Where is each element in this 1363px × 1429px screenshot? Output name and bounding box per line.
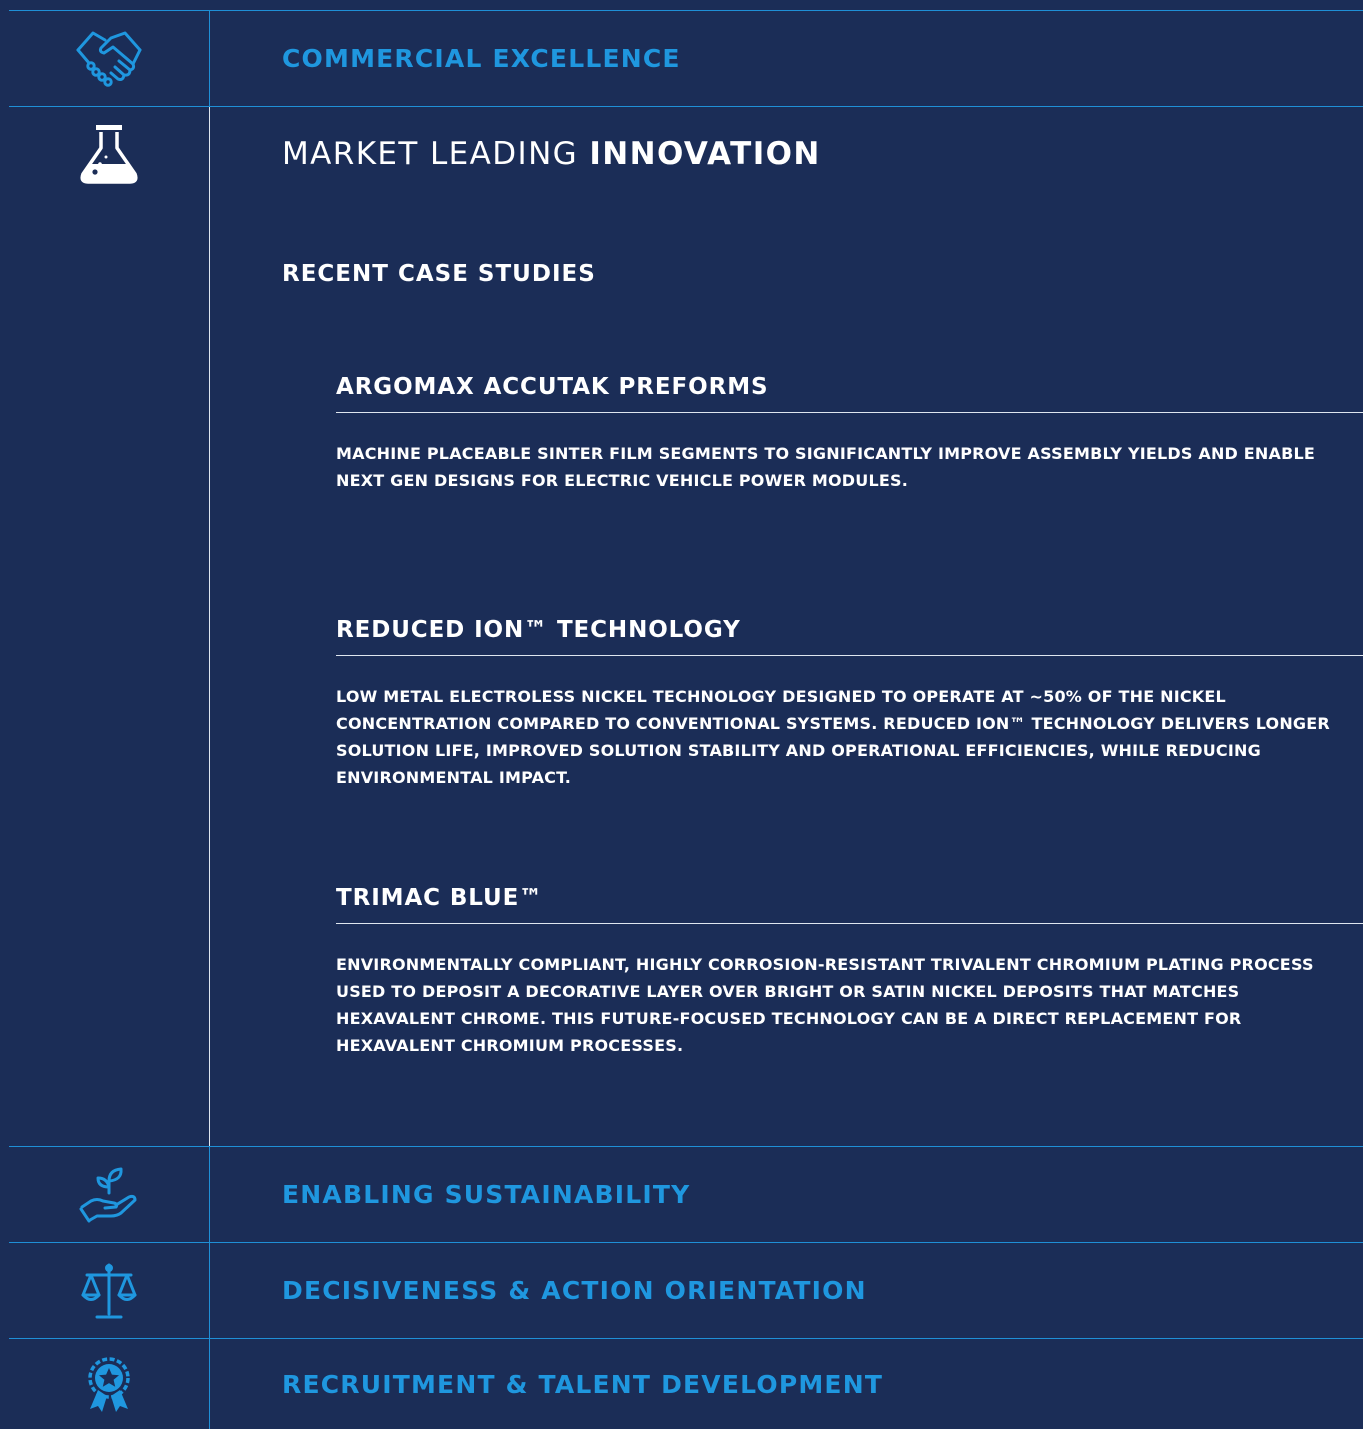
scales-icon — [9, 1243, 209, 1338]
flask-icon — [9, 124, 209, 184]
handshake-icon — [9, 10, 209, 106]
case-study-title: REDUCED ION™ TECHNOLOGY — [336, 617, 741, 643]
divider — [9, 106, 1363, 107]
case-study-description: MACHINE PLACEABLE SINTER FILM SEGMENTS T… — [336, 444, 1316, 490]
case-study-rule — [336, 923, 1363, 924]
section-title[interactable]: MARKET LEADING INNOVATION — [282, 136, 821, 172]
accordion-item-decisiveness[interactable]: DECISIVENESS & ACTION ORIENTATION — [9, 1243, 1363, 1338]
case-study-title: ARGOMAX ACCUTAK PREFORMS — [336, 374, 769, 400]
case-study: TRIMAC BLUE™ ENVIRONMENTALLY COMPLIANT, … — [336, 881, 1363, 1059]
case-study-description: LOW METAL ELECTROLESS NICKEL TECHNOLOGY … — [336, 687, 1330, 787]
accordion-label: COMMERCIAL EXCELLENCE — [282, 43, 681, 73]
accordion-label: RECRUITMENT & TALENT DEVELOPMENT — [282, 1369, 884, 1399]
case-study-title: TRIMAC BLUE™ — [336, 885, 544, 911]
accordion-label: DECISIVENESS & ACTION ORIENTATION — [282, 1276, 867, 1305]
title-bold: INNOVATION — [589, 136, 821, 172]
accordion-item-recruitment[interactable]: RECRUITMENT & TALENT DEVELOPMENT — [9, 1339, 1363, 1429]
case-study-rule — [336, 412, 1363, 413]
case-studies-heading: RECENT CASE STUDIES — [282, 261, 596, 287]
case-study: ARGOMAX ACCUTAK PREFORMS MACHINE PLACEAB… — [336, 370, 1363, 494]
case-study-description: ENVIRONMENTALLY COMPLIANT, HIGHLY CORROS… — [336, 955, 1314, 1055]
column-divider — [209, 107, 210, 1146]
award-ribbon-icon — [9, 1339, 209, 1429]
accordion-item-enabling-sustainability[interactable]: ENABLING SUSTAINABILITY — [9, 1147, 1363, 1242]
accordion-item-commercial-excellence[interactable]: COMMERCIAL EXCELLENCE — [9, 10, 1363, 106]
plant-hand-icon — [9, 1147, 209, 1242]
title-light: MARKET LEADING — [282, 136, 590, 172]
case-study-rule — [336, 655, 1363, 656]
accordion-label: ENABLING SUSTAINABILITY — [282, 1180, 691, 1209]
case-study: REDUCED ION™ TECHNOLOGY LOW METAL ELECTR… — [336, 613, 1363, 791]
values-accordion: COMMERCIAL EXCELLENCE MARKET LEADING INN… — [0, 0, 1363, 1429]
